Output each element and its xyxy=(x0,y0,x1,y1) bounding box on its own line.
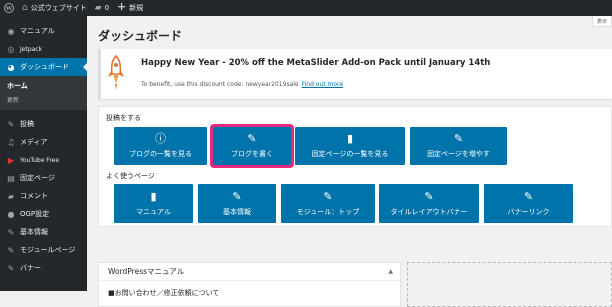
sidebar-item-label: ダッシュボード xyxy=(20,63,69,71)
promo-notice: Happy New Year - 20% off the MetaSlider … xyxy=(98,49,612,99)
sidebar-item-label: メディア xyxy=(20,138,48,146)
jetpack-icon: ◎ xyxy=(7,44,15,54)
gauge-icon: ◉ xyxy=(7,26,15,36)
button-label: 固定ページの一覧を見る xyxy=(311,150,389,158)
button-label: バナーリンク xyxy=(507,207,550,216)
section-label-post: 投稿をする xyxy=(106,114,141,122)
sidebar-item-comments[interactable]: ▰ コメント xyxy=(0,187,87,205)
dashboard-icon: ◕ xyxy=(7,62,15,72)
svg-text:W: W xyxy=(5,6,13,12)
section-label-frequent: よく使うページ xyxy=(106,172,155,180)
sidebar-item-dashboard[interactable]: ◕ ダッシュボード xyxy=(0,58,87,76)
comments-menu[interactable]: ▰ 0 xyxy=(91,0,113,16)
edit-icon: ✎ xyxy=(323,189,333,203)
button-label: ブログを書く xyxy=(231,150,273,158)
sidebar-item-label: OGP設定 xyxy=(20,210,50,218)
sidebar-item-label: コメント xyxy=(20,192,48,200)
button-label: 基本情報 xyxy=(223,207,251,216)
notice-desc-text: To benefit, use this discount code: newy… xyxy=(141,81,299,88)
sidebar-item-ogp[interactable]: ● OGP設定 xyxy=(0,205,87,223)
sidebar-item-module-page[interactable]: ✎ モジュールページ xyxy=(0,241,87,259)
manual-button[interactable]: ▮ マニュアル xyxy=(114,184,193,223)
rocket-icon xyxy=(108,54,124,90)
banner-link-button[interactable]: ✎ バナーリンク xyxy=(484,184,573,223)
widget-title: WordPressマニュアル xyxy=(108,267,185,276)
sidebar-item-label: バナー xyxy=(20,264,41,272)
sidebar-item-label: YouTube Free xyxy=(20,156,60,164)
pin-icon: ✎ xyxy=(7,119,15,129)
button-label: ブログの一覧を見る xyxy=(129,150,192,158)
wordpress-logo-icon: W xyxy=(4,3,14,13)
admin-bar: W ⌂ 公式ウェブサイト ▰ 0 ＋ 新規 xyxy=(0,0,612,16)
wordpress-manual-widget: WordPressマニュアル ▲ ■お問い合わせ／修正依頼について xyxy=(98,262,401,307)
widget-item[interactable]: ■お問い合わせ／修正依頼について xyxy=(99,281,400,305)
pin-icon: ✎ xyxy=(7,245,15,255)
button-label: 固定ページを増やす xyxy=(427,150,490,158)
pin-icon: ✎ xyxy=(7,227,15,237)
sidebar-item-jetpack[interactable]: ◎ Jetpack xyxy=(0,40,87,58)
sidebar-item-label: 基本情報 xyxy=(20,228,48,236)
sidebar-item-label: マニュアル xyxy=(20,27,55,35)
blog-list-button[interactable]: ⓘ ブログの一覧を見る xyxy=(114,127,207,165)
button-label: マニュアル xyxy=(136,207,171,216)
sidebar-item-label: モジュールページ xyxy=(20,246,76,254)
page-title: ダッシュボード xyxy=(98,29,183,43)
info-icon: ⓘ xyxy=(155,132,166,145)
dashboard-submenu: ホーム 更新 xyxy=(0,76,87,110)
sidebar-item-youtube[interactable]: ▶ YouTube Free xyxy=(0,151,87,169)
button-label: モジュール：トップ xyxy=(296,207,360,216)
comments-count: 0 xyxy=(104,4,110,12)
site-name-menu[interactable]: ⌂ 公式ウェブサイト xyxy=(18,0,91,16)
button-label: タイルレイアウトバナー xyxy=(390,207,468,216)
sidebar-item-manual[interactable]: ◉ マニュアル xyxy=(0,22,87,40)
widget-header[interactable]: WordPressマニュアル ▲ xyxy=(99,263,400,281)
sidebar-item-label: 固定ページ xyxy=(20,174,55,182)
basic-info-button[interactable]: ✎ 基本情報 xyxy=(198,184,276,223)
new-label: 新規 xyxy=(129,4,144,12)
media-icon: ♫ xyxy=(7,137,15,147)
edit-icon: ✎ xyxy=(232,189,242,203)
submenu-item-home[interactable]: ホーム xyxy=(0,79,87,93)
youtube-icon: ▶ xyxy=(7,155,15,165)
pin-icon: ✎ xyxy=(7,263,15,273)
page-icon: ▤ xyxy=(7,173,15,183)
tile-layout-banner-button[interactable]: ✎ タイルレイアウトバナー xyxy=(379,184,479,223)
ogp-icon: ● xyxy=(7,209,15,219)
comment-icon: ▰ xyxy=(7,191,15,201)
page-list-button[interactable]: ▮ 固定ページの一覧を見る xyxy=(295,127,405,165)
site-name: 公式ウェブサイト xyxy=(30,4,87,12)
document-icon: ▮ xyxy=(150,189,157,203)
module-top-button[interactable]: ✎ モジュール：トップ xyxy=(281,184,375,223)
sidebar-item-label: 投稿 xyxy=(20,120,34,128)
add-page-button[interactable]: ✎ 固定ページを増やす xyxy=(410,127,507,165)
comment-bubble-icon: ▰ xyxy=(94,2,102,13)
sidebar-item-media[interactable]: ♫ メディア xyxy=(0,133,87,151)
edit-icon: ✎ xyxy=(424,189,434,203)
plus-icon: ＋ xyxy=(117,2,127,13)
write-blog-button[interactable]: ✎ ブログを書く xyxy=(210,124,294,168)
edit-icon: ✎ xyxy=(247,132,257,145)
wordpress-logo-menu[interactable]: W xyxy=(0,0,18,16)
main-content: 表示 ダッシュボード Happy New Year - 20% off the … xyxy=(87,16,612,307)
edit-icon: ✎ xyxy=(453,132,464,145)
find-out-more-link[interactable]: Find out more xyxy=(302,81,343,88)
book-icon: ▮ xyxy=(346,132,354,145)
submenu-item-updates[interactable]: 更新 xyxy=(0,93,87,106)
widget-drop-zone xyxy=(407,262,612,307)
sidebar-item-basic-info[interactable]: ✎ 基本情報 xyxy=(0,223,87,241)
sidebar-item-posts[interactable]: ✎ 投稿 xyxy=(0,115,87,133)
new-content-menu[interactable]: ＋ 新規 xyxy=(113,0,147,16)
collapse-arrow-icon[interactable]: ▲ xyxy=(388,268,393,275)
sidebar-item-label: Jetpack xyxy=(20,45,43,53)
notice-title: Happy New Year - 20% off the MetaSlider … xyxy=(141,58,491,68)
screen-options-tab[interactable]: 表示 xyxy=(592,16,612,27)
home-icon: ⌂ xyxy=(22,2,28,13)
sidebar-item-pages[interactable]: ▤ 固定ページ xyxy=(0,169,87,187)
admin-sidebar: ◉ マニュアル ◎ Jetpack ◕ ダッシュボード ホーム 更新 ✎ 投稿 ♫ メディ… xyxy=(0,16,87,291)
sidebar-item-banner[interactable]: ✎ バナー xyxy=(0,259,87,277)
notice-description: To benefit, use this discount code: newy… xyxy=(141,81,343,88)
edit-icon: ✎ xyxy=(523,189,534,203)
